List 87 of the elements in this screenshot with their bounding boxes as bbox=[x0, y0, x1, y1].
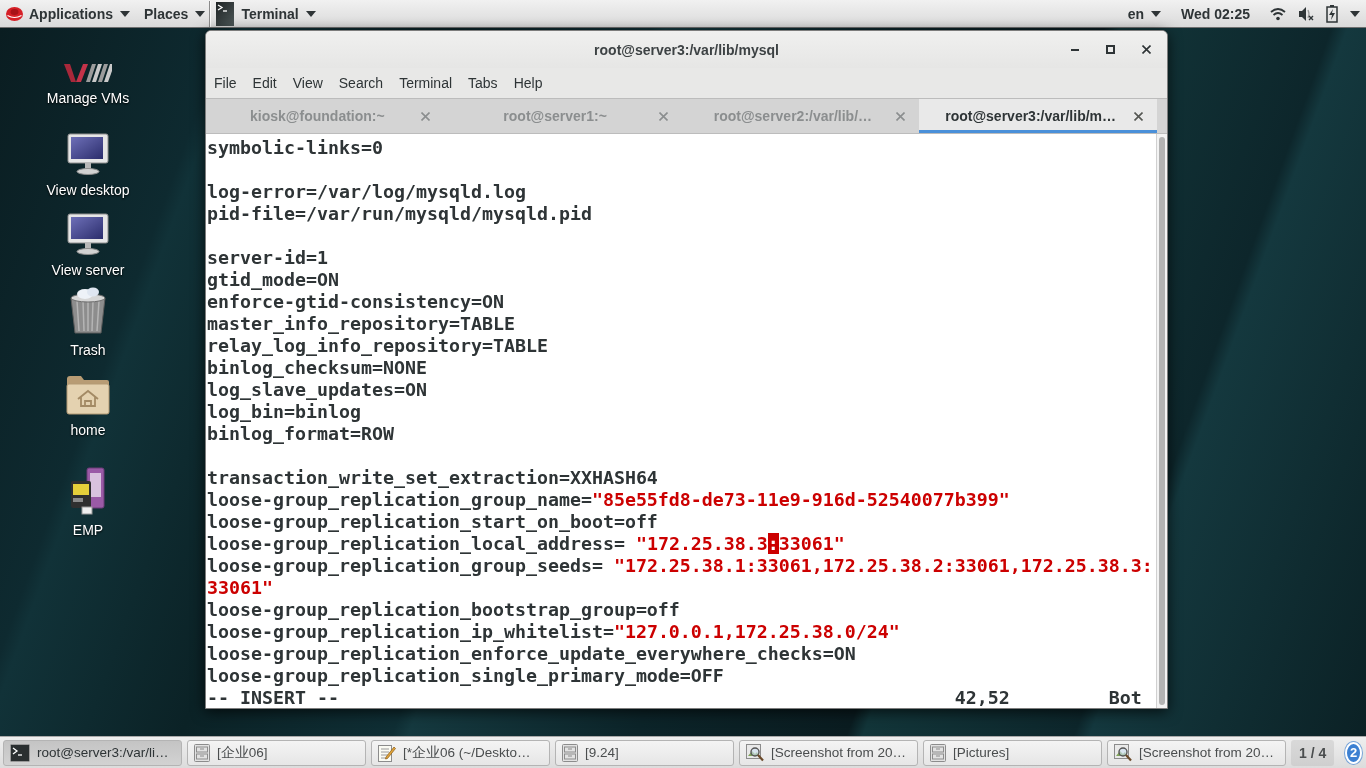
taskbar-item[interactable]: [Pictures] bbox=[923, 739, 1102, 766]
config-text: binlog_format=ROW bbox=[207, 423, 394, 444]
monitor-icon bbox=[67, 133, 109, 175]
vm-logo-icon bbox=[64, 63, 112, 83]
menu-item[interactable]: Help bbox=[505, 75, 551, 91]
config-text: loose-group_replication_ip_whitelist= bbox=[207, 621, 614, 642]
string-value: "127.0.0.1,172.25.38.0/24" bbox=[613, 621, 900, 642]
config-text: loose-group_replication_bootstrap_group=off bbox=[207, 599, 680, 620]
taskbar-item[interactable]: [*企业06 (~/Deskto… bbox=[371, 739, 550, 766]
scroll-position: Bot bbox=[1108, 687, 1143, 708]
config-text: loose-group_replication_group_name= bbox=[207, 489, 592, 510]
config-text: loose-group_replication_local_address= bbox=[207, 533, 626, 554]
config-text: binlog_checksum=NONE bbox=[207, 357, 427, 378]
config-text: enforce-gtid-consistency=ON bbox=[207, 291, 504, 312]
home-folder-icon bbox=[66, 375, 110, 415]
config-text: transaction_write_set_extraction=XXHASH64 bbox=[207, 467, 658, 488]
config-text: pid-file=/var/run/mysqld/mysqld.pid bbox=[207, 203, 592, 224]
text-cursor: : bbox=[767, 533, 779, 554]
volume-muted-icon[interactable] bbox=[1298, 5, 1314, 22]
config-text: symbolic-links=0 bbox=[207, 137, 383, 158]
string-value: 33061" bbox=[207, 577, 273, 598]
taskbar-item[interactable]: [企业06] bbox=[187, 739, 366, 766]
wifi-icon[interactable] bbox=[1270, 6, 1286, 21]
mode-indicator: -- INSERT -- bbox=[207, 687, 340, 708]
top-menu[interactable]: Places bbox=[138, 0, 214, 28]
terminal-icon bbox=[10, 743, 30, 762]
hat-logo-icon[interactable] bbox=[6, 6, 23, 21]
minimize-icon[interactable] bbox=[1071, 48, 1079, 51]
taskbar-item[interactable]: [Screenshot from 20… bbox=[1107, 739, 1286, 766]
desktop-shortcut[interactable]: View server bbox=[47, 213, 129, 281]
config-text: loose-group_replication_enforce_update_everywhere_checks=ON bbox=[207, 643, 856, 664]
maximize-icon[interactable] bbox=[1106, 45, 1115, 54]
config-text: loose-group_replication_single_primary_mode=OFF bbox=[207, 665, 724, 686]
cursor-position: 42,52 bbox=[954, 687, 1011, 708]
terminal-icon bbox=[216, 1, 235, 26]
clock[interactable]: Wed 02:25 bbox=[1181, 5, 1258, 22]
menu-item[interactable]: File bbox=[206, 75, 245, 91]
input-source-menu[interactable]: en bbox=[1121, 0, 1169, 28]
desktop-shortcut[interactable]: EMP bbox=[66, 467, 110, 541]
file-cabinet-icon bbox=[562, 743, 578, 762]
config-text: loose-group_replication_group_seeds= bbox=[207, 555, 604, 576]
notepad-icon bbox=[378, 743, 396, 762]
config-text: loose-group_replication_start_on_boot=off bbox=[207, 511, 658, 532]
desktop-shortcut[interactable]: Trash bbox=[64, 287, 112, 361]
config-text: log_bin=binlog bbox=[207, 401, 361, 422]
config-text: log_slave_updates=ON bbox=[207, 379, 427, 400]
taskbar-item[interactable]: root@server3:/var/li… bbox=[3, 739, 182, 766]
config-text: master_info_repository=TABLE bbox=[207, 313, 515, 334]
media-player-icon bbox=[70, 467, 106, 515]
taskbar-item[interactable]: [Screenshot from 20… bbox=[739, 739, 918, 766]
desktop-shortcut[interactable]: home bbox=[62, 375, 114, 441]
config-text: relay_log_info_repository=TABLE bbox=[207, 335, 548, 356]
menu-item[interactable]: Search bbox=[330, 75, 392, 91]
top-menu[interactable]: Applications bbox=[23, 0, 138, 28]
terminal-tab[interactable]: root@server3:/var/lib/m… bbox=[919, 99, 1157, 133]
string-value: 33061" bbox=[778, 533, 845, 554]
caret-icon[interactable] bbox=[1350, 10, 1360, 17]
notification-badge[interactable]: 2 bbox=[1345, 741, 1362, 764]
image-viewer-icon bbox=[1114, 743, 1132, 762]
string-value: "172.25.38.1:33061,172.25.38.2:33061,172.25.38.3: bbox=[613, 555, 1153, 576]
desktop-shortcut[interactable]: View desktop bbox=[42, 133, 134, 201]
menu-item[interactable]: View bbox=[284, 75, 331, 91]
file-cabinet-icon bbox=[194, 743, 210, 762]
config-text: server-id=1 bbox=[207, 247, 328, 268]
window-title: root@server3:/var/lib/mysql bbox=[594, 41, 779, 58]
caret-icon bbox=[305, 10, 316, 17]
monitor-icon bbox=[67, 213, 109, 255]
trash-icon bbox=[68, 287, 108, 335]
close-icon[interactable] bbox=[1142, 45, 1151, 54]
caret-icon bbox=[195, 10, 206, 17]
config-text: gtid_mode=ON bbox=[207, 269, 339, 290]
battery-charging-icon[interactable] bbox=[1326, 4, 1338, 23]
close-icon[interactable] bbox=[1134, 111, 1143, 121]
image-viewer-icon bbox=[746, 743, 764, 762]
workspace-indicator[interactable]: 1 / 4 bbox=[1291, 739, 1335, 766]
app-menu[interactable]: Terminal bbox=[212, 0, 324, 28]
menu-item[interactable]: Edit bbox=[244, 75, 285, 91]
caret-icon bbox=[120, 10, 130, 17]
string-value: "172.25.38.3 bbox=[635, 533, 768, 554]
string-value: "85e55fd8-de73-11e9-916d-52540077b399" bbox=[591, 489, 1010, 510]
caret-icon bbox=[1151, 10, 1161, 17]
file-cabinet-icon bbox=[930, 743, 946, 762]
taskbar-item[interactable]: [9.24] bbox=[555, 739, 734, 766]
desktop-shortcut[interactable]: Manage VMs bbox=[42, 63, 134, 109]
menu-item[interactable]: Tabs bbox=[460, 75, 506, 91]
config-text: log-error=/var/log/mysqld.log bbox=[207, 181, 526, 202]
menu-item[interactable]: Terminal bbox=[391, 75, 461, 91]
